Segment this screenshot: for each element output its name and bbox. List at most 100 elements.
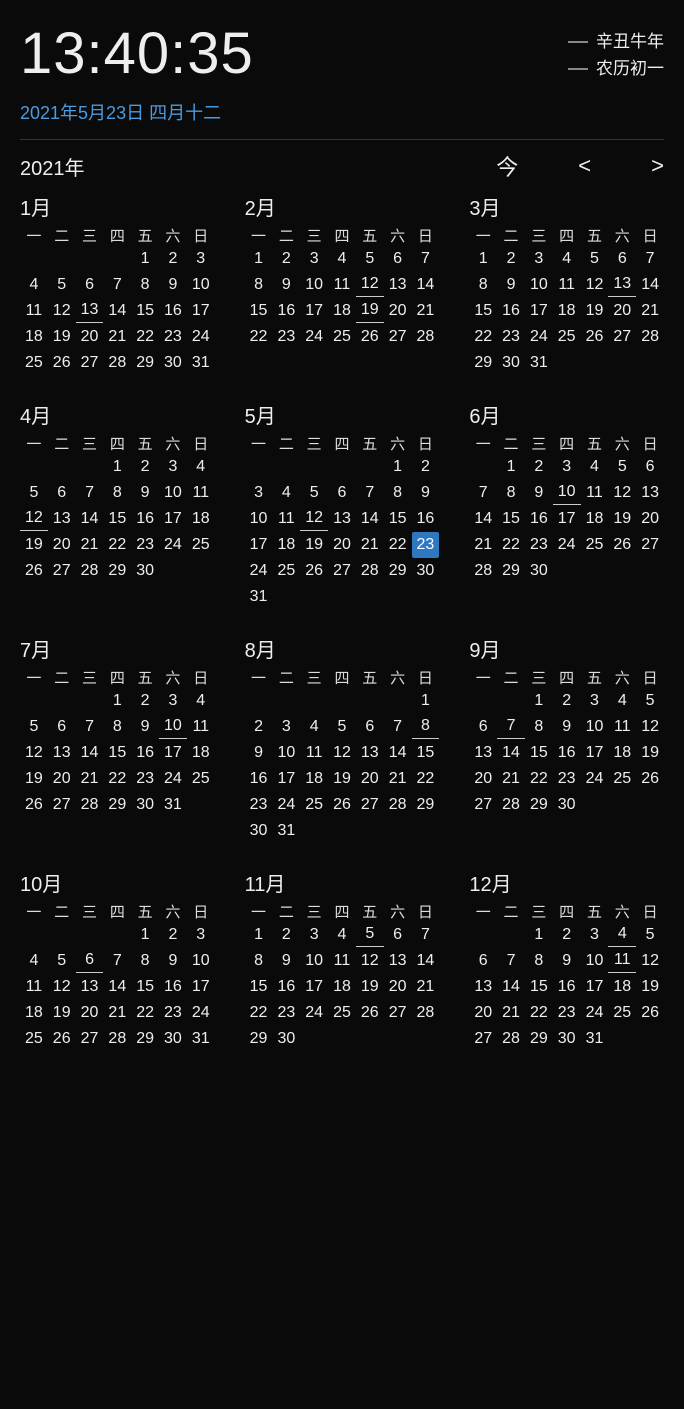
- day-cell[interactable]: 11: [553, 272, 581, 298]
- day-cell[interactable]: 1: [103, 688, 131, 714]
- day-cell[interactable]: 4: [608, 922, 636, 947]
- day-cell[interactable]: 13: [608, 272, 636, 297]
- day-cell[interactable]: 16: [553, 974, 581, 1000]
- day-cell[interactable]: 8: [131, 948, 159, 974]
- day-cell[interactable]: 10: [300, 948, 328, 974]
- day-cell[interactable]: 5: [636, 922, 664, 948]
- day-cell[interactable]: 10: [159, 714, 187, 739]
- day-cell[interactable]: 9: [272, 948, 300, 974]
- day-cell[interactable]: 7: [469, 480, 497, 506]
- day-cell[interactable]: 28: [356, 558, 384, 584]
- day-cell[interactable]: 6: [469, 714, 497, 740]
- day-cell[interactable]: 11: [608, 948, 636, 973]
- day-cell[interactable]: 19: [20, 766, 48, 792]
- day-cell[interactable]: 8: [245, 948, 273, 974]
- day-cell[interactable]: 24: [272, 792, 300, 818]
- day-cell[interactable]: 15: [245, 298, 273, 324]
- day-cell[interactable]: 1: [384, 454, 412, 480]
- day-cell[interactable]: 13: [356, 740, 384, 766]
- day-cell[interactable]: 12: [356, 948, 384, 974]
- day-cell[interactable]: 27: [469, 792, 497, 818]
- day-cell[interactable]: 30: [525, 558, 553, 584]
- day-cell[interactable]: 28: [412, 1000, 440, 1026]
- day-cell[interactable]: 29: [525, 1026, 553, 1052]
- day-cell[interactable]: 1: [245, 922, 273, 948]
- day-cell[interactable]: 8: [469, 272, 497, 298]
- day-cell[interactable]: 14: [103, 298, 131, 324]
- day-cell[interactable]: 3: [581, 688, 609, 714]
- day-cell[interactable]: 20: [328, 532, 356, 558]
- day-cell[interactable]: 28: [76, 792, 104, 818]
- day-cell[interactable]: 12: [20, 740, 48, 766]
- day-cell[interactable]: 18: [300, 766, 328, 792]
- day-cell[interactable]: 8: [103, 480, 131, 506]
- day-cell[interactable]: 22: [525, 766, 553, 792]
- day-cell[interactable]: 7: [76, 480, 104, 506]
- day-cell[interactable]: 5: [328, 714, 356, 740]
- day-cell[interactable]: 25: [328, 324, 356, 350]
- day-cell[interactable]: 12: [636, 948, 664, 974]
- day-cell[interactable]: 11: [187, 714, 215, 740]
- day-cell[interactable]: 12: [328, 740, 356, 766]
- day-cell[interactable]: 18: [20, 1000, 48, 1026]
- day-cell[interactable]: 31: [159, 792, 187, 818]
- day-cell[interactable]: 23: [131, 532, 159, 558]
- day-cell[interactable]: 28: [497, 792, 525, 818]
- day-cell[interactable]: 18: [328, 974, 356, 1000]
- day-cell[interactable]: 25: [187, 532, 215, 558]
- day-cell[interactable]: 13: [328, 506, 356, 532]
- day-cell[interactable]: 14: [636, 272, 664, 298]
- day-cell[interactable]: 28: [76, 558, 104, 584]
- day-cell[interactable]: 16: [525, 506, 553, 532]
- day-cell[interactable]: 3: [300, 922, 328, 948]
- day-cell[interactable]: 26: [48, 350, 76, 376]
- day-cell[interactable]: 25: [581, 532, 609, 558]
- day-cell[interactable]: 15: [384, 506, 412, 532]
- day-cell[interactable]: 11: [328, 272, 356, 298]
- day-cell[interactable]: 2: [159, 246, 187, 272]
- day-cell[interactable]: 11: [581, 480, 609, 506]
- day-cell[interactable]: 12: [20, 506, 48, 531]
- day-cell[interactable]: 8: [412, 714, 440, 739]
- day-cell[interactable]: 11: [20, 298, 48, 324]
- day-cell[interactable]: 25: [608, 1000, 636, 1026]
- day-cell[interactable]: 9: [159, 272, 187, 298]
- day-cell[interactable]: 22: [384, 532, 412, 558]
- day-cell[interactable]: 1: [469, 246, 497, 272]
- day-cell[interactable]: 4: [272, 480, 300, 506]
- day-cell[interactable]: 13: [469, 740, 497, 766]
- day-cell[interactable]: 7: [412, 246, 440, 272]
- day-cell[interactable]: 20: [469, 766, 497, 792]
- day-cell[interactable]: 27: [469, 1026, 497, 1052]
- day-cell[interactable]: 16: [412, 506, 440, 532]
- day-cell[interactable]: 22: [103, 532, 131, 558]
- day-cell[interactable]: 25: [608, 766, 636, 792]
- day-cell[interactable]: 14: [76, 506, 104, 532]
- day-cell[interactable]: 4: [20, 948, 48, 974]
- day-cell[interactable]: 30: [553, 792, 581, 818]
- day-cell[interactable]: 29: [384, 558, 412, 584]
- day-cell[interactable]: 22: [103, 766, 131, 792]
- day-cell[interactable]: 1: [131, 246, 159, 272]
- day-cell[interactable]: 29: [525, 792, 553, 818]
- day-cell[interactable]: 2: [159, 922, 187, 948]
- day-cell[interactable]: 2: [553, 688, 581, 714]
- day-cell[interactable]: 24: [187, 324, 215, 350]
- day-cell[interactable]: 25: [553, 324, 581, 350]
- day-cell[interactable]: 28: [412, 324, 440, 350]
- day-cell[interactable]: 11: [300, 740, 328, 766]
- day-cell[interactable]: 2: [553, 922, 581, 948]
- day-cell[interactable]: 6: [48, 714, 76, 740]
- day-cell[interactable]: 14: [356, 506, 384, 532]
- day-cell[interactable]: 29: [469, 350, 497, 376]
- day-cell[interactable]: 22: [131, 1000, 159, 1026]
- day-cell[interactable]: 6: [76, 272, 104, 298]
- day-cell[interactable]: 27: [636, 532, 664, 558]
- day-cell[interactable]: 23: [159, 324, 187, 350]
- day-cell[interactable]: 21: [469, 532, 497, 558]
- day-cell[interactable]: 26: [300, 558, 328, 584]
- day-cell[interactable]: 8: [497, 480, 525, 506]
- day-cell[interactable]: 12: [300, 506, 328, 531]
- day-cell[interactable]: 5: [608, 454, 636, 480]
- day-cell[interactable]: 5: [581, 246, 609, 272]
